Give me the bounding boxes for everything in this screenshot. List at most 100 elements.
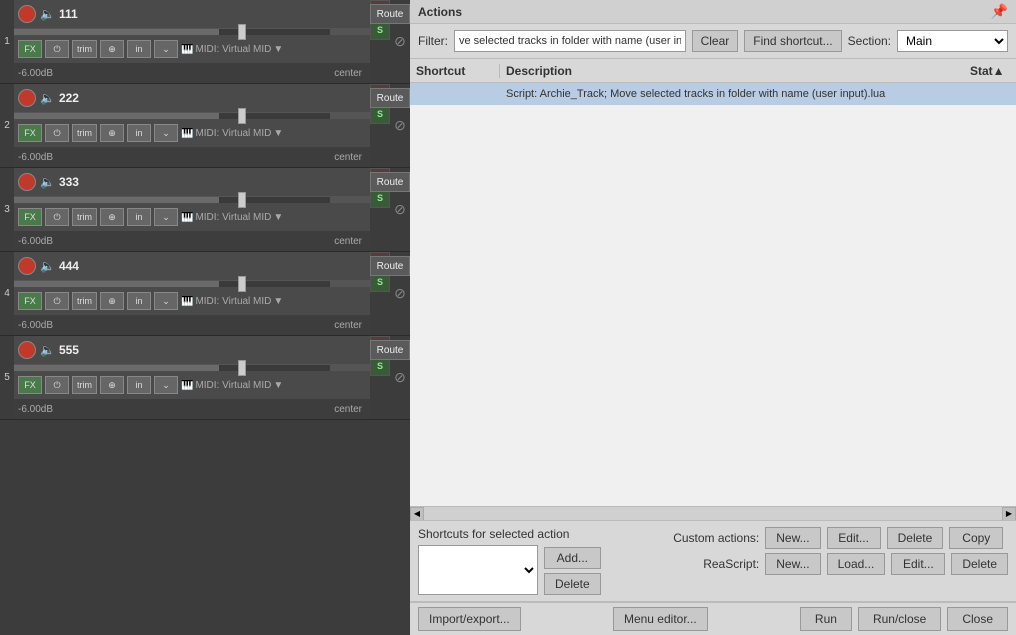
track-fader-handle[interactable]: [238, 108, 246, 124]
find-shortcut-button[interactable]: Find shortcut...: [744, 30, 841, 52]
env-button[interactable]: ⌄: [154, 292, 178, 310]
pin-button[interactable]: 📌: [991, 3, 1008, 20]
run-button[interactable]: Run: [800, 607, 852, 631]
track-controls: FX ⏻ trim ⊕ in ⌄ 🎹 MIDI: Virtual MID ▼: [14, 203, 370, 231]
track-fader-area[interactable]: [14, 28, 370, 35]
track-fader-area[interactable]: [14, 280, 370, 287]
fx-button[interactable]: FX: [18, 124, 42, 142]
track-row: 5 🔈 555 Route FX ⏻ trim ⊕ in ⌄: [0, 336, 410, 420]
fx-button[interactable]: FX: [18, 40, 42, 58]
route-button[interactable]: Route: [370, 88, 410, 108]
custom-edit-button[interactable]: Edit...: [827, 527, 881, 549]
trim-button[interactable]: trim: [72, 40, 97, 58]
add-shortcut-button[interactable]: Add...: [544, 547, 601, 569]
selected-action-row[interactable]: Script: Archie_Track; Move selected trac…: [410, 83, 1016, 105]
fx-button[interactable]: FX: [18, 376, 42, 394]
power-button[interactable]: ⏻: [45, 124, 69, 142]
phase-button[interactable]: ⊕: [100, 40, 124, 58]
import-export-button[interactable]: Import/export...: [418, 607, 521, 631]
custom-new-button[interactable]: New...: [765, 527, 820, 549]
delete-shortcut-button[interactable]: Delete: [544, 573, 601, 595]
track-controls: FX ⏻ trim ⊕ in ⌄ 🎹 MIDI: Virtual MID ▼: [14, 35, 370, 63]
trim-button[interactable]: trim: [72, 124, 97, 142]
in-button[interactable]: in: [127, 124, 151, 142]
track-record-button[interactable]: [18, 173, 36, 191]
clear-button[interactable]: Clear: [692, 30, 739, 52]
track-fader-area[interactable]: [14, 196, 370, 203]
reascript-new-button[interactable]: New...: [765, 553, 820, 575]
close-button[interactable]: Close: [947, 607, 1008, 631]
power-button[interactable]: ⏻: [45, 208, 69, 226]
track-bottom-row: -6.00dB center: [14, 147, 370, 167]
track-fader-area[interactable]: [14, 112, 370, 119]
in-button[interactable]: in: [127, 376, 151, 394]
power-button[interactable]: ⏻: [45, 376, 69, 394]
col-shortcut-header: Shortcut: [410, 64, 500, 78]
in-button[interactable]: in: [127, 292, 151, 310]
track-record-button[interactable]: [18, 89, 36, 107]
section-select[interactable]: Main MIDI Editor Media Explorer: [897, 30, 1008, 52]
actions-table-header: Shortcut Description Stat▲: [410, 59, 1016, 83]
track-row: 3 🔈 333 Route FX ⏻ trim ⊕ in ⌄: [0, 168, 410, 252]
track-controls: FX ⏻ trim ⊕ in ⌄ 🎹 MIDI: Virtual MID ▼: [14, 119, 370, 147]
env-button[interactable]: ⌄: [154, 40, 178, 58]
phase-button[interactable]: ⊕: [100, 376, 124, 394]
env-button[interactable]: ⌄: [154, 124, 178, 142]
trim-button[interactable]: trim: [72, 292, 97, 310]
track-name: 444: [59, 259, 366, 273]
run-close-button[interactable]: Run/close: [858, 607, 941, 631]
actions-title: Actions: [418, 5, 462, 19]
trim-button[interactable]: trim: [72, 376, 97, 394]
scroll-track[interactable]: [424, 507, 1002, 520]
track-record-button[interactable]: [18, 257, 36, 275]
in-button[interactable]: in: [127, 40, 151, 58]
shortcuts-section: Shortcuts for selected action Add... Del…: [418, 527, 601, 595]
phase-button[interactable]: ⊕: [100, 208, 124, 226]
table-scroll-area[interactable]: Script: Archie_Track; Move selected trac…: [410, 83, 1016, 520]
fx-button[interactable]: FX: [18, 208, 42, 226]
env-button[interactable]: ⌄: [154, 376, 178, 394]
track-fader-track: [14, 365, 330, 371]
phase-button[interactable]: ⊕: [100, 292, 124, 310]
custom-copy-button[interactable]: Copy: [949, 527, 1003, 549]
midi-arrow: ▼: [273, 296, 283, 307]
fx-button[interactable]: FX: [18, 292, 42, 310]
center-label: center: [334, 236, 362, 247]
track-fader-area[interactable]: [14, 364, 370, 371]
reascript-edit-button[interactable]: Edit...: [891, 553, 945, 575]
track-fader-handle[interactable]: [238, 192, 246, 208]
horizontal-scrollbar[interactable]: ◀ ▶: [410, 506, 1016, 520]
track-name: 111: [59, 7, 366, 21]
power-button[interactable]: ⏻: [45, 40, 69, 58]
track-fader-handle[interactable]: [238, 24, 246, 40]
filter-input[interactable]: [454, 30, 686, 52]
filter-label: Filter:: [418, 34, 448, 48]
phase-button[interactable]: ⊕: [100, 124, 124, 142]
scroll-left-arrow[interactable]: ◀: [410, 507, 424, 521]
track-main: 🔈 111 Route FX ⏻ trim ⊕ in ⌄ 🎹 MIDI: Vi: [14, 0, 370, 83]
trim-button[interactable]: trim: [72, 208, 97, 226]
in-button[interactable]: in: [127, 208, 151, 226]
track-fader-handle[interactable]: [238, 360, 246, 376]
env-button[interactable]: ⌄: [154, 208, 178, 226]
track-midi: 🎹 MIDI: Virtual MID ▼: [181, 44, 283, 55]
route-button[interactable]: Route: [370, 340, 410, 360]
power-button[interactable]: ⏻: [45, 292, 69, 310]
menu-editor-button[interactable]: Menu editor...: [613, 607, 708, 631]
custom-actions-label: Custom actions:: [659, 531, 759, 545]
shortcuts-list[interactable]: [418, 545, 538, 595]
route-button[interactable]: Route: [370, 4, 410, 24]
custom-reascript-section: Custom actions: New... Edit... Delete Co…: [659, 527, 1008, 575]
scroll-right-arrow[interactable]: ▶: [1002, 507, 1016, 521]
route-button[interactable]: Route: [370, 256, 410, 276]
reascript-load-button[interactable]: Load...: [827, 553, 886, 575]
center-label: center: [334, 404, 362, 415]
track-record-button[interactable]: [18, 5, 36, 23]
track-record-button[interactable]: [18, 341, 36, 359]
custom-delete-button[interactable]: Delete: [887, 527, 944, 549]
midi-icon: 🎹: [181, 212, 193, 223]
reascript-delete-button[interactable]: Delete: [951, 553, 1008, 575]
track-fader-handle[interactable]: [238, 276, 246, 292]
track-top: 🔈 222 Route: [14, 84, 370, 112]
route-button[interactable]: Route: [370, 172, 410, 192]
